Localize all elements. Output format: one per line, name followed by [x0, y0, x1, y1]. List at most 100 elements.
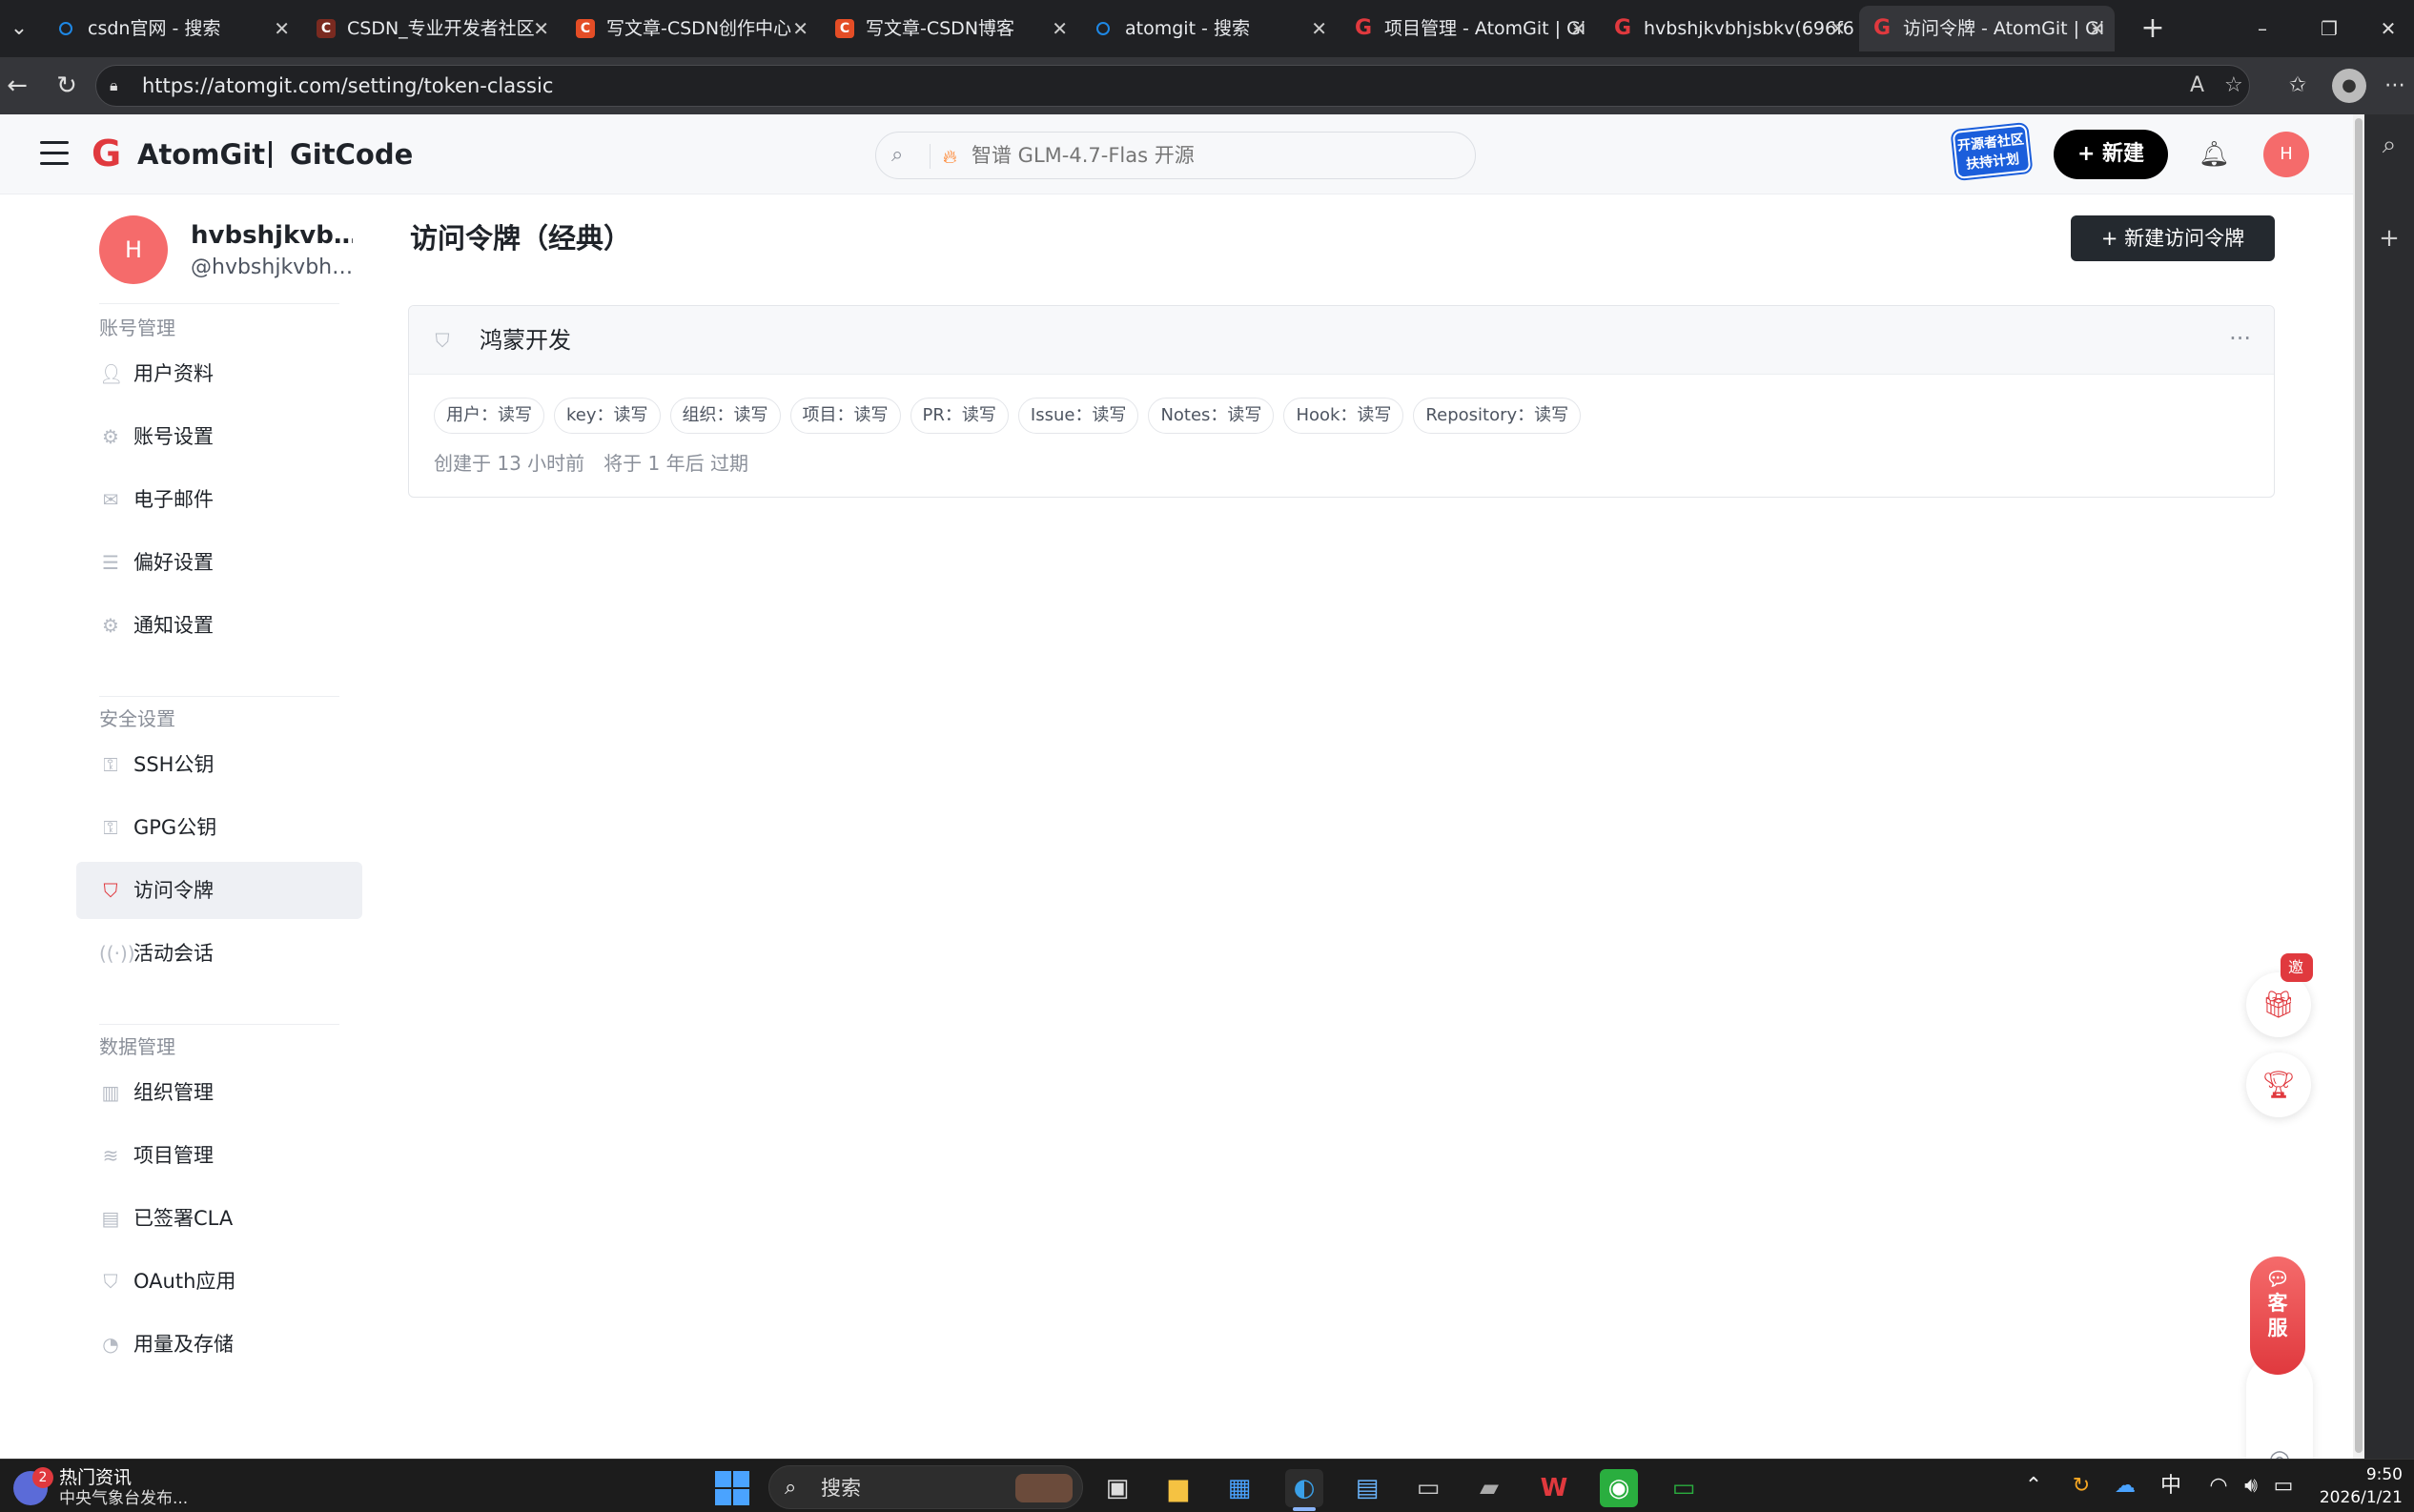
volume-icon[interactable]: 🔊︎ — [2237, 1471, 2265, 1502]
favorites-icon[interactable]: ✩ — [2281, 69, 2315, 103]
wifi-icon[interactable]: ◠ — [2204, 1471, 2233, 1502]
sidebar-item-access-tokens[interactable]: ⛉ 访问令牌 — [76, 862, 362, 919]
file-explorer-icon[interactable]: ▆ — [1159, 1469, 1197, 1507]
search-icon[interactable]: ⌕ — [2372, 128, 2406, 162]
url-field[interactable]: 🔒︎ https://atomgit.com/setting/token-cla… — [95, 65, 2250, 107]
sidebar-item-profile[interactable]: 👤︎ 用户资料 — [76, 345, 362, 402]
wps-office-icon[interactable]: W — [1535, 1469, 1573, 1507]
close-tab-icon[interactable]: ✕ — [1830, 6, 1846, 51]
terminal-icon[interactable]: ▭ — [1409, 1469, 1447, 1507]
tab-title: csdn官网 - 搜索 — [88, 18, 221, 39]
search-divider — [930, 144, 931, 169]
browser-tab-active[interactable]: G 访问令牌 - AtomGit | Gi ✕ — [1859, 6, 2115, 51]
menu-hamburger-icon[interactable] — [40, 141, 69, 168]
notebook-icon[interactable]: ▰ — [1470, 1469, 1508, 1507]
restore-icon[interactable]: ❐ — [2305, 10, 2353, 48]
sidebar-item-account-settings[interactable]: ⚙ 账号设置 — [76, 408, 362, 465]
close-tab-icon[interactable]: ✕ — [274, 6, 290, 51]
sidebar-item-oauth-apps[interactable]: ⛉ OAuth应用 — [76, 1253, 362, 1310]
tab-actions-chevron-icon[interactable]: ⌄ — [0, 11, 38, 46]
taskbar-clock[interactable]: 9:50 2026/1/21 — [2307, 1463, 2403, 1509]
browser-tab[interactable]: csdn官网 - 搜索 ✕ — [44, 6, 299, 51]
sidebar-item-preferences[interactable]: ☰ 偏好设置 — [76, 534, 362, 591]
wechat-icon[interactable]: ◉ — [1600, 1469, 1638, 1507]
page-scrollbar[interactable] — [2353, 114, 2364, 1459]
lock-icon[interactable]: 🔒︎ — [110, 75, 129, 96]
close-tab-icon[interactable]: ✕ — [2089, 6, 2105, 51]
user-avatar[interactable]: H — [99, 215, 168, 284]
sidebar-item-organizations[interactable]: ▥ 组织管理 — [76, 1064, 362, 1121]
minimize-icon[interactable]: – — [2239, 10, 2286, 48]
microsoft-store-icon[interactable]: ▦ — [1220, 1469, 1258, 1507]
browser-tab[interactable]: C 写文章-CSDN创作中心 ✕ — [563, 6, 818, 51]
sidebar-item-sessions[interactable]: ((·)) 活动会话 — [76, 925, 362, 982]
taskbar-search[interactable]: ⌕ 搜索 — [768, 1465, 1083, 1509]
sidebar-item-usage-storage[interactable]: ◔ 用量及存储 — [76, 1316, 362, 1373]
sidebar-item-projects[interactable]: ≋ 项目管理 — [76, 1127, 362, 1184]
close-tab-icon[interactable]: ✕ — [792, 6, 808, 51]
tab-title: atomgit - 搜索 — [1125, 18, 1250, 39]
csdn-favicon-icon: C — [317, 19, 336, 38]
trophy-button[interactable]: 🏆︎ — [2246, 1052, 2311, 1117]
refresh-circle-icon[interactable]: ◎ — [2263, 1443, 2296, 1459]
close-tab-icon[interactable]: ✕ — [1311, 6, 1327, 51]
fire-icon: 🔥︎ — [943, 145, 957, 168]
close-tab-icon[interactable]: ✕ — [1052, 6, 1068, 51]
sidebar-item-email[interactable]: ✉ 电子邮件 — [76, 471, 362, 528]
sidebar-item-label: OAuth应用 — [133, 1270, 236, 1293]
global-search[interactable]: ⌕ 🔥︎ — [875, 132, 1476, 179]
sidebar-item-label: 偏好设置 — [133, 551, 214, 574]
tray-cloud-icon[interactable]: ☁ — [2111, 1471, 2139, 1502]
close-tab-icon[interactable]: ✕ — [533, 6, 549, 51]
new-access-token-button[interactable]: + 新建访问令牌 — [2071, 215, 2275, 261]
invite-tag[interactable]: 邀请 — [2281, 953, 2313, 1005]
browser-tab[interactable]: C CSDN_专业开发者社区 ✕ — [303, 6, 559, 51]
new-button[interactable]: + 新建 — [2054, 130, 2168, 179]
sidebar-item-signed-cla[interactable]: ▤ 已签署CLA — [76, 1190, 362, 1247]
layers-icon: ≋ — [102, 1144, 119, 1167]
read-aloud-icon[interactable]: A — [2190, 73, 2204, 98]
token-name: 鸿蒙开发 — [480, 327, 571, 354]
mail-icon: ✉ — [102, 488, 119, 511]
browser-tab[interactable]: atomgit - 搜索 ✕ — [1081, 6, 1337, 51]
chat-app-icon[interactable]: ▭ — [1665, 1469, 1703, 1507]
new-button-label: 新建 — [2102, 142, 2145, 166]
sidebar-item-label: 访问令牌 — [133, 879, 214, 902]
tray-chevron-up-icon[interactable]: ⌃ — [2019, 1471, 2048, 1502]
news-widget[interactable]: 2 热门资讯 中央气象台发布... — [13, 1465, 223, 1509]
edge-browser-icon[interactable]: ◐ — [1285, 1469, 1323, 1507]
logo-text-gitcode[interactable]: GitCode — [290, 135, 413, 174]
url-text[interactable]: https://atomgit.com/setting/token-classi… — [142, 66, 553, 106]
control-panel-icon[interactable]: ▤ — [1348, 1469, 1386, 1507]
new-tab-plus-icon[interactable]: + — [2134, 10, 2172, 48]
promo-badge[interactable]: 开源者社区 扶持计划 — [1952, 124, 2032, 179]
add-icon[interactable]: + — [2372, 221, 2406, 255]
more-options-icon[interactable]: ··· — [2229, 321, 2251, 356]
search-input[interactable] — [972, 140, 1448, 171]
more-menu-icon[interactable]: ⋯ — [2378, 69, 2412, 103]
windows-start-icon[interactable] — [713, 1469, 751, 1507]
browser-tab[interactable]: G hvbshjkvbhjsbkv(696f6 ✕ — [1600, 6, 1855, 51]
profile-icon[interactable]: ● — [2332, 69, 2366, 103]
task-view-icon[interactable]: ▣ — [1098, 1469, 1136, 1507]
back-arrow-icon[interactable]: ← — [0, 69, 34, 103]
window-close-icon[interactable]: ✕ — [2364, 10, 2412, 48]
close-tab-icon[interactable]: ✕ — [1570, 6, 1586, 51]
atomgit-logo-icon[interactable]: G — [92, 135, 128, 172]
browser-tab[interactable]: C 写文章-CSDN博客 ✕ — [822, 6, 1077, 51]
reload-icon[interactable]: ↻ — [50, 69, 84, 103]
battery-icon[interactable]: ▭ — [2269, 1471, 2298, 1502]
sidebar-item-ssh-keys[interactable]: ⚿ SSH公钥 — [76, 736, 362, 793]
tray-sync-icon[interactable]: ↻ — [2067, 1471, 2096, 1502]
sidebar-item-notifications[interactable]: ⚙ 通知设置 — [76, 597, 362, 654]
scrollbar-thumb[interactable] — [2355, 118, 2363, 1453]
avatar[interactable]: H — [2263, 132, 2309, 177]
browser-tab[interactable]: G 项目管理 - AtomGit | Gi ✕ — [1340, 6, 1596, 51]
ime-indicator[interactable]: 中 — [2157, 1471, 2185, 1502]
logo-text[interactable]: AtomGit — [137, 135, 265, 174]
customer-service-button[interactable]: 💬︎ 客 服 — [2250, 1257, 2305, 1375]
sidebar-item-gpg-keys[interactable]: ⚿ GPG公钥 — [76, 799, 362, 856]
logo-divider — [269, 141, 272, 168]
bell-icon[interactable]: 🔔︎ — [2199, 139, 2230, 170]
favorite-star-icon[interactable]: ☆ — [2224, 73, 2243, 98]
